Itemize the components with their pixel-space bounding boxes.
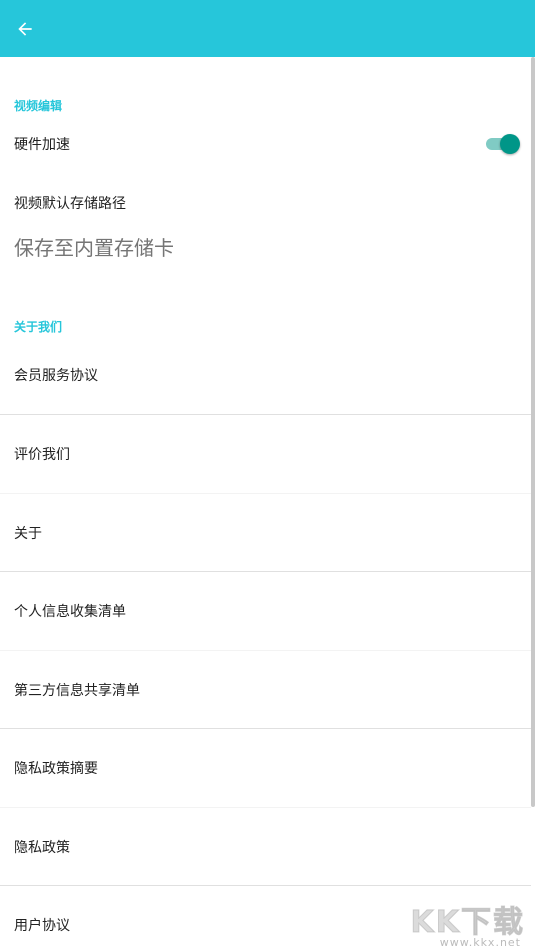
list-item-rate-us[interactable]: 评价我们 <box>0 415 531 493</box>
back-button[interactable] <box>10 14 40 44</box>
list-item-label: 会员服务协议 <box>14 368 98 384</box>
hardware-acceleration-label: 硬件加速 <box>14 137 70 153</box>
list-item-label: 关于 <box>14 526 42 542</box>
app-bar <box>0 0 535 57</box>
hardware-acceleration-toggle[interactable] <box>486 134 520 154</box>
list-item-privacy-policy[interactable]: 隐私政策 <box>0 808 531 886</box>
list-item-membership-agreement[interactable]: 会员服务协议 <box>0 336 531 414</box>
scrollbar[interactable] <box>531 57 535 807</box>
storage-path-label[interactable]: 视频默认存储路径 <box>14 193 126 213</box>
list-item-label: 评价我们 <box>14 447 70 463</box>
list-item-label: 用户协议 <box>14 918 70 934</box>
watermark-url: www.kkx.net <box>439 936 521 949</box>
list-item-privacy-summary[interactable]: 隐私政策摘要 <box>0 729 531 807</box>
settings-list: 视频编辑 硬件加速 视频默认存储路径 保存至内置存储卡 关于我们 会员服务协议 … <box>0 57 535 951</box>
list-item-label: 隐私政策摘要 <box>14 761 98 777</box>
toggle-thumb <box>500 134 520 154</box>
watermark: KK下载 www.kkx.net <box>410 897 529 950</box>
list-item-label: 第三方信息共享清单 <box>14 683 140 699</box>
list-item-label: 个人信息收集清单 <box>14 604 126 620</box>
storage-path-value[interactable]: 保存至内置存储卡 <box>14 232 174 261</box>
list-item-personal-info-list[interactable]: 个人信息收集清单 <box>0 572 531 650</box>
watermark-logo: KK下载 <box>410 905 525 941</box>
arrow-left-icon <box>18 22 32 36</box>
list-item-third-party-sharing-list[interactable]: 第三方信息共享清单 <box>0 651 531 729</box>
list-item-label: 隐私政策 <box>14 840 70 856</box>
section-header-video-editing: 视频编辑 <box>14 99 63 113</box>
list-item-about[interactable]: 关于 <box>0 494 531 572</box>
section-header-about-us: 关于我们 <box>14 320 63 334</box>
